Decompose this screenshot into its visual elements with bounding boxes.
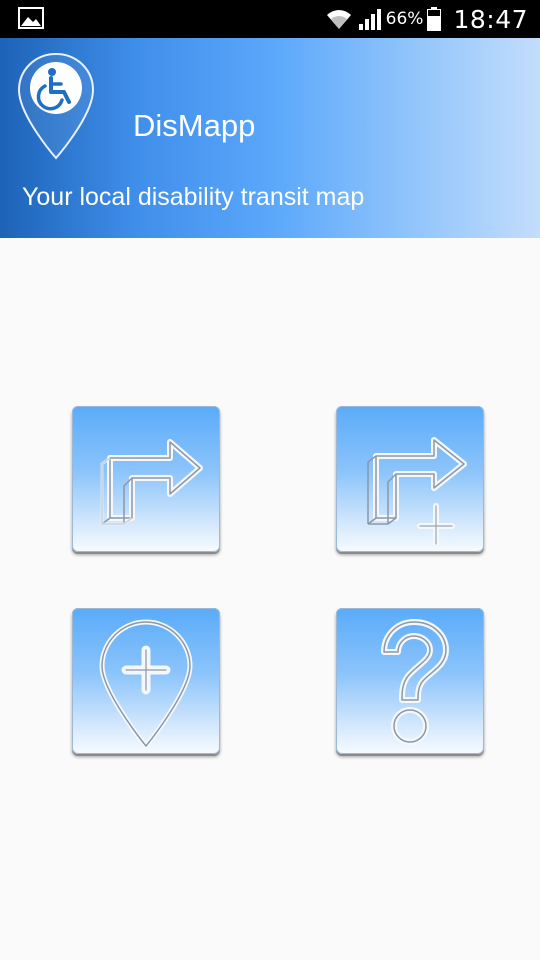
battery-icon <box>427 7 442 31</box>
wifi-icon <box>326 10 351 29</box>
app-title: DisMapp <box>133 108 256 143</box>
map-pin-plus-icon <box>99 619 193 750</box>
question-mark-icon <box>381 619 449 745</box>
app-subtitle: Your local disability transit map <box>22 183 365 211</box>
help-button[interactable] <box>336 608 484 754</box>
wheelchair-map-pin-icon <box>17 52 95 160</box>
signal-icon <box>358 9 381 30</box>
app-header: DisMapp Your local disability transit ma… <box>0 38 540 238</box>
route-arrow-icon <box>100 439 203 526</box>
status-bar: 66% 18:47 <box>0 0 540 38</box>
route-button[interactable] <box>72 406 220 552</box>
route-arrow-plus-icon <box>367 437 467 547</box>
add-route-button[interactable] <box>336 406 484 552</box>
gallery-icon <box>18 7 44 29</box>
status-clock: 18:47 <box>453 4 528 34</box>
status-indicators: 66% 18:47 <box>326 0 528 38</box>
add-location-button[interactable] <box>72 608 220 754</box>
battery-percent: 66% <box>385 9 424 29</box>
